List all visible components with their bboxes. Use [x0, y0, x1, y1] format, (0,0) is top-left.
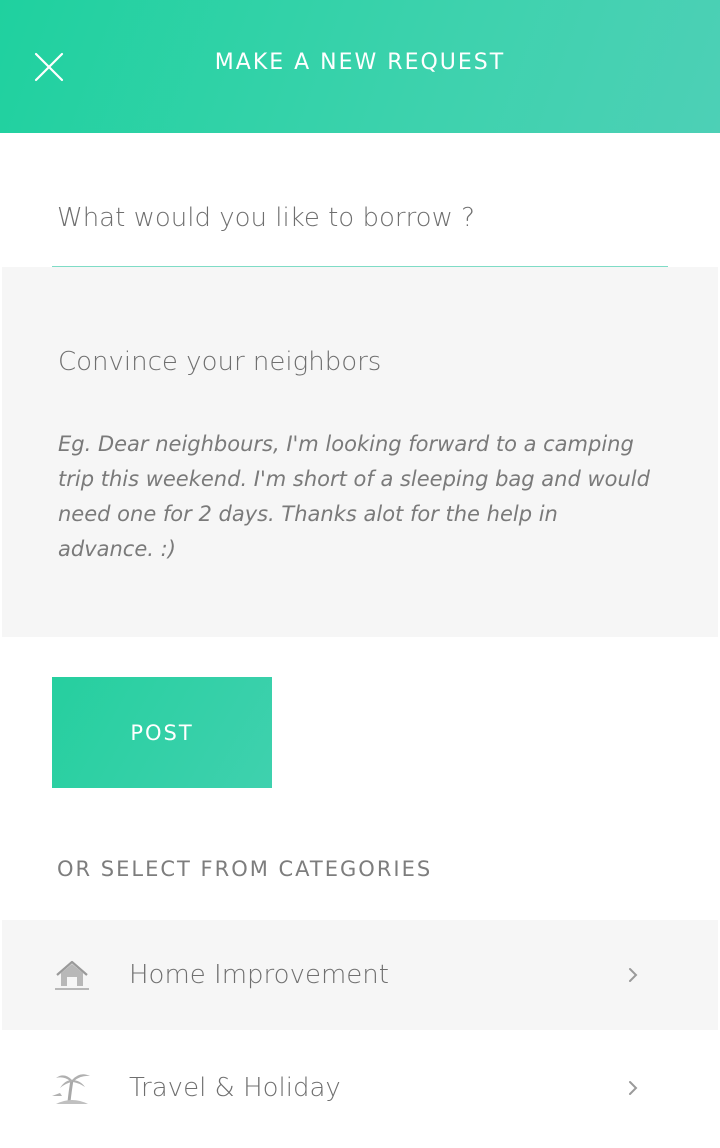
borrow-item-input[interactable] — [52, 195, 668, 267]
chevron-right-icon — [624, 1077, 642, 1099]
category-item-travel-holiday[interactable]: Travel & Holiday — [2, 1033, 718, 1143]
message-textarea[interactable] — [58, 427, 658, 577]
category-label: Travel & Holiday — [129, 1073, 341, 1103]
house-icon — [50, 953, 94, 997]
header-bar: MAKE A NEW REQUEST — [0, 0, 720, 133]
categories-heading: OR SELECT FROM CATEGORIES — [57, 857, 433, 881]
category-label: Home Improvement — [129, 960, 389, 990]
page-title: MAKE A NEW REQUEST — [214, 50, 506, 75]
chevron-right-icon — [624, 964, 642, 986]
category-item-home-improvement[interactable]: Home Improvement — [2, 920, 718, 1030]
message-title: Convince your neighbors — [58, 347, 382, 377]
post-button[interactable]: POST — [52, 677, 272, 788]
message-panel: Convince your neighbors — [2, 267, 718, 637]
palm-tree-icon — [50, 1066, 94, 1110]
